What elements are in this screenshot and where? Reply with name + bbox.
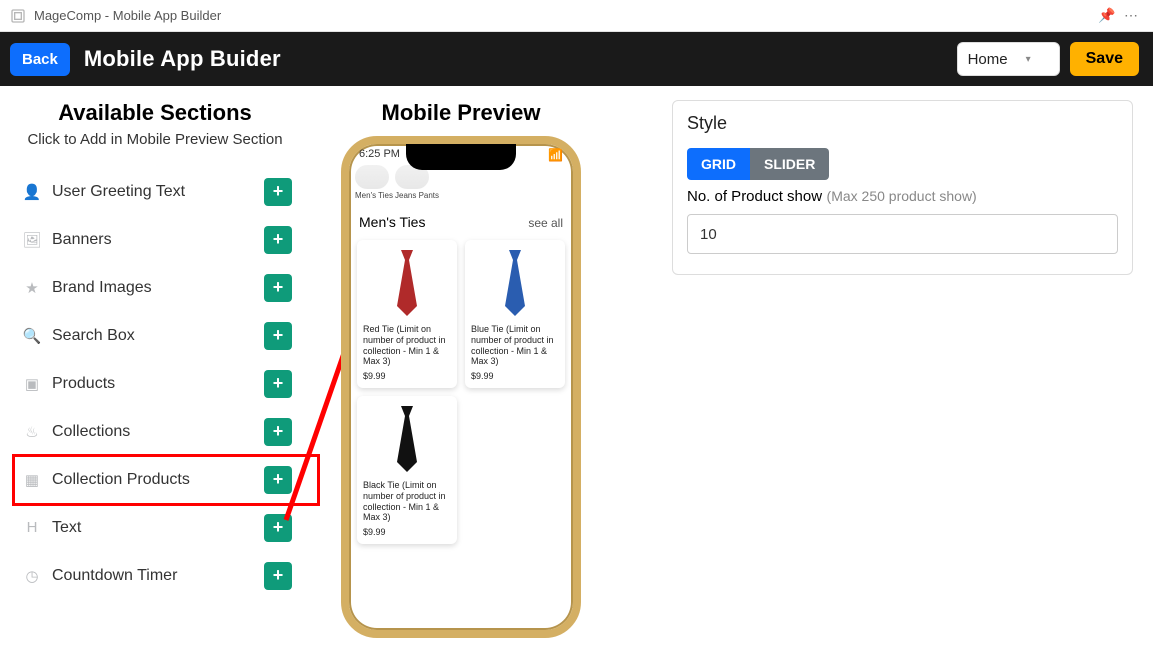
section-label: Products <box>46 375 264 393</box>
product-image <box>363 402 451 476</box>
product-price: $9.99 <box>471 371 559 382</box>
mobile-preview-panel: Mobile Preview 6:25 PM 📶 Men's Ties Jean… <box>306 100 616 648</box>
product-name: Black Tie (Limit on number of product in… <box>363 480 451 523</box>
tab-label: Men's Ties <box>355 191 391 200</box>
app-title: MageComp - Mobile App Builder <box>34 8 1095 23</box>
style-panel: Style GRID SLIDER No. of Product show (M… <box>672 100 1133 275</box>
section-item-collection-products: ▦ Collection Products + <box>10 456 300 504</box>
add-button[interactable]: + <box>264 418 292 446</box>
product-count-input[interactable] <box>687 214 1118 254</box>
section-label: Collection Products <box>46 471 264 489</box>
preview-tab[interactable]: Jeans Pants <box>395 165 431 200</box>
section-label: Countdown Timer <box>46 567 264 585</box>
product-card[interactable]: Black Tie (Limit on number of product in… <box>357 396 457 544</box>
section-item-countdown: ◷ Countdown Timer + <box>10 552 300 600</box>
preview-tab[interactable]: Men's Ties <box>355 165 391 200</box>
app-icon <box>10 8 26 24</box>
available-sections-panel: Available Sections Click to Add in Mobil… <box>10 100 300 648</box>
field-hint: (Max 250 product show) <box>827 188 977 204</box>
product-price: $9.99 <box>363 371 451 382</box>
more-icon[interactable]: ⋯ <box>1119 7 1143 24</box>
phone-notch <box>406 144 516 170</box>
section-label: Search Box <box>46 327 264 345</box>
section-item-brand-images: ★ Brand Images + <box>10 264 300 312</box>
save-button[interactable]: Save <box>1070 42 1139 76</box>
chevron-down-icon: ▾ <box>1026 54 1031 65</box>
see-all-link[interactable]: see all <box>528 216 563 230</box>
sidebar-subheading: Click to Add in Mobile Preview Section <box>10 130 300 150</box>
product-name: Blue Tie (Limit on number of product in … <box>471 324 559 367</box>
product-card[interactable]: Red Tie (Limit on number of product in c… <box>357 240 457 388</box>
text-icon: H <box>18 519 46 536</box>
image-icon: 🖼 <box>18 231 46 249</box>
add-button[interactable]: + <box>264 466 292 494</box>
preview-section-header: Men's Ties see all <box>349 200 573 236</box>
browser-tab-bar: MageComp - Mobile App Builder 📌 ⋯ <box>0 0 1153 32</box>
product-card[interactable]: Blue Tie (Limit on number of product in … <box>465 240 565 388</box>
back-button[interactable]: Back <box>10 43 70 76</box>
add-button[interactable]: + <box>264 274 292 302</box>
panel-title: Style <box>687 113 1118 134</box>
product-grid: Red Tie (Limit on number of product in c… <box>349 236 573 548</box>
section-item-banners: 🖼 Banners + <box>10 216 300 264</box>
section-label: Text <box>46 519 264 537</box>
user-icon: 👤 <box>18 183 46 201</box>
status-time: 6:25 PM <box>359 148 400 162</box>
add-button[interactable]: + <box>264 178 292 206</box>
star-icon: ★ <box>18 279 46 297</box>
add-button[interactable]: + <box>264 322 292 350</box>
timer-icon: ◷ <box>18 567 46 585</box>
product-name: Red Tie (Limit on number of product in c… <box>363 324 451 367</box>
add-button[interactable]: + <box>264 562 292 590</box>
sidebar-heading: Available Sections <box>10 100 300 126</box>
section-item-search-box: 🔍 Search Box + <box>10 312 300 360</box>
slider-toggle[interactable]: SLIDER <box>750 148 829 180</box>
phone-frame: 6:25 PM 📶 Men's Ties Jeans Pants Men's T… <box>341 136 581 638</box>
product-image <box>363 246 451 320</box>
tab-label: Jeans Pants <box>395 191 431 200</box>
section-label: Brand Images <box>46 279 264 297</box>
add-button[interactable]: + <box>264 514 292 542</box>
add-button[interactable]: + <box>264 226 292 254</box>
app-header: Back Mobile App Buider Home ▾ Save <box>0 32 1153 86</box>
search-icon: 🔍 <box>18 327 46 345</box>
product-price: $9.99 <box>363 527 451 538</box>
section-item-user-greeting: 👤 User Greeting Text + <box>10 168 300 216</box>
preview-section-title: Men's Ties <box>359 214 425 230</box>
wifi-icon: 📶 <box>548 148 563 162</box>
field-label: No. of Product show <box>687 188 822 205</box>
workspace: Available Sections Click to Add in Mobil… <box>0 86 1153 648</box>
section-label: Banners <box>46 231 264 249</box>
grid-icon: ▦ <box>18 471 46 489</box>
grid-toggle[interactable]: GRID <box>687 148 750 180</box>
layout-toggle: GRID SLIDER <box>687 148 829 180</box>
product-image <box>471 246 559 320</box>
page-title: Mobile App Buider <box>84 46 957 72</box>
add-button[interactable]: + <box>264 370 292 398</box>
pin-icon[interactable]: 📌 <box>1095 7 1119 24</box>
section-item-text: H Text + <box>10 504 300 552</box>
preview-heading: Mobile Preview <box>306 100 616 126</box>
page-select[interactable]: Home ▾ <box>957 42 1060 76</box>
page-select-value: Home <box>968 51 1008 68</box>
fire-icon: ♨ <box>18 423 46 441</box>
section-label: User Greeting Text <box>46 183 264 201</box>
tab-thumb-icon <box>355 165 389 189</box>
section-item-collections: ♨ Collections + <box>10 408 300 456</box>
section-label: Collections <box>46 423 264 441</box>
box-icon: ▣ <box>18 375 46 393</box>
section-item-products: ▣ Products + <box>10 360 300 408</box>
style-settings-panel: Style GRID SLIDER No. of Product show (M… <box>622 100 1143 648</box>
